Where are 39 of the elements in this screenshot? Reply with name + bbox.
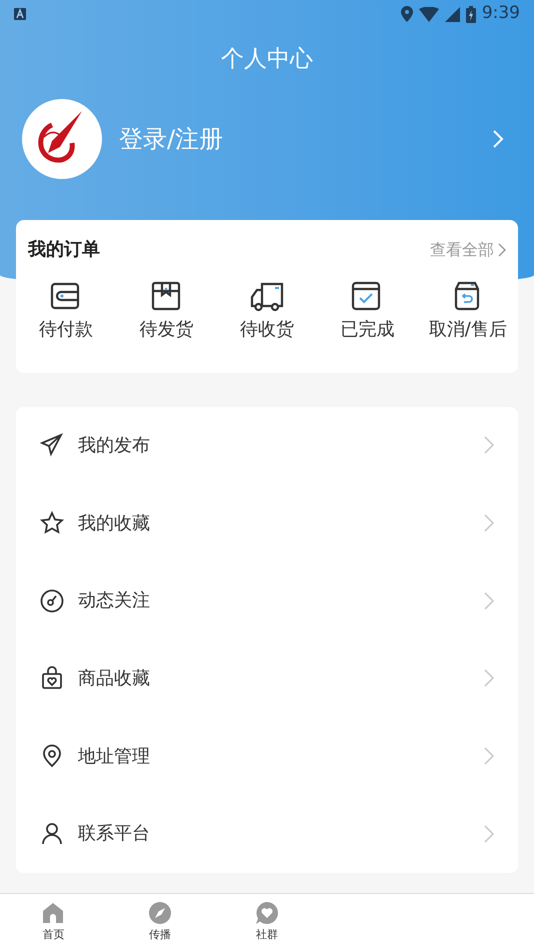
chevron-right-icon <box>484 514 494 532</box>
star-icon <box>40 511 64 535</box>
page-title: 个人中心 <box>221 45 313 74</box>
chevron-right-icon <box>484 592 494 610</box>
wifi-icon <box>418 6 439 22</box>
gauge-icon <box>40 588 64 613</box>
location-pin-icon <box>40 744 64 768</box>
signal-icon <box>444 6 460 22</box>
login-label: 登录/注册 <box>119 124 224 154</box>
compass-icon <box>148 900 172 925</box>
notification-icon <box>14 8 26 20</box>
menu-item[interactable]: 商品收藏 <box>16 640 518 718</box>
chevron-right-icon <box>498 242 506 256</box>
paper-plane-icon <box>40 433 64 458</box>
heart-chat-icon <box>254 900 279 925</box>
chevron-right-icon <box>484 824 494 843</box>
status-time: 9:39 <box>482 2 520 26</box>
order-status-button[interactable]: 取消/售后 <box>418 280 518 342</box>
order-status-button[interactable]: 待收货 <box>216 280 318 342</box>
location-icon <box>400 6 413 22</box>
person-icon <box>40 822 64 846</box>
menu-item[interactable]: 地址管理 <box>16 717 518 795</box>
order-status-button[interactable]: 待付款 <box>16 280 116 342</box>
chevron-right-icon <box>484 436 494 454</box>
menu-item[interactable]: 我的收藏 <box>16 484 518 562</box>
order-status-button[interactable]: 待发货 <box>116 280 217 342</box>
menu-item[interactable]: 联系平台 <box>16 794 518 873</box>
tab-item[interactable]: 社群 <box>214 894 320 950</box>
menu-item[interactable]: 动态关注 <box>16 562 518 640</box>
order-status-button[interactable]: 已完成 <box>317 280 418 342</box>
orders-title: 我的订单 <box>28 238 100 262</box>
home-icon <box>41 900 66 925</box>
menu-item[interactable]: 我的发布 <box>16 406 518 484</box>
tab-item[interactable]: 传播 <box>106 894 214 950</box>
shopping-bag-icon <box>40 666 64 690</box>
tab-item[interactable]: 首页 <box>0 894 107 950</box>
chevron-right-icon <box>484 669 494 688</box>
chevron-right-icon <box>492 128 504 148</box>
chevron-right-icon <box>484 747 494 766</box>
